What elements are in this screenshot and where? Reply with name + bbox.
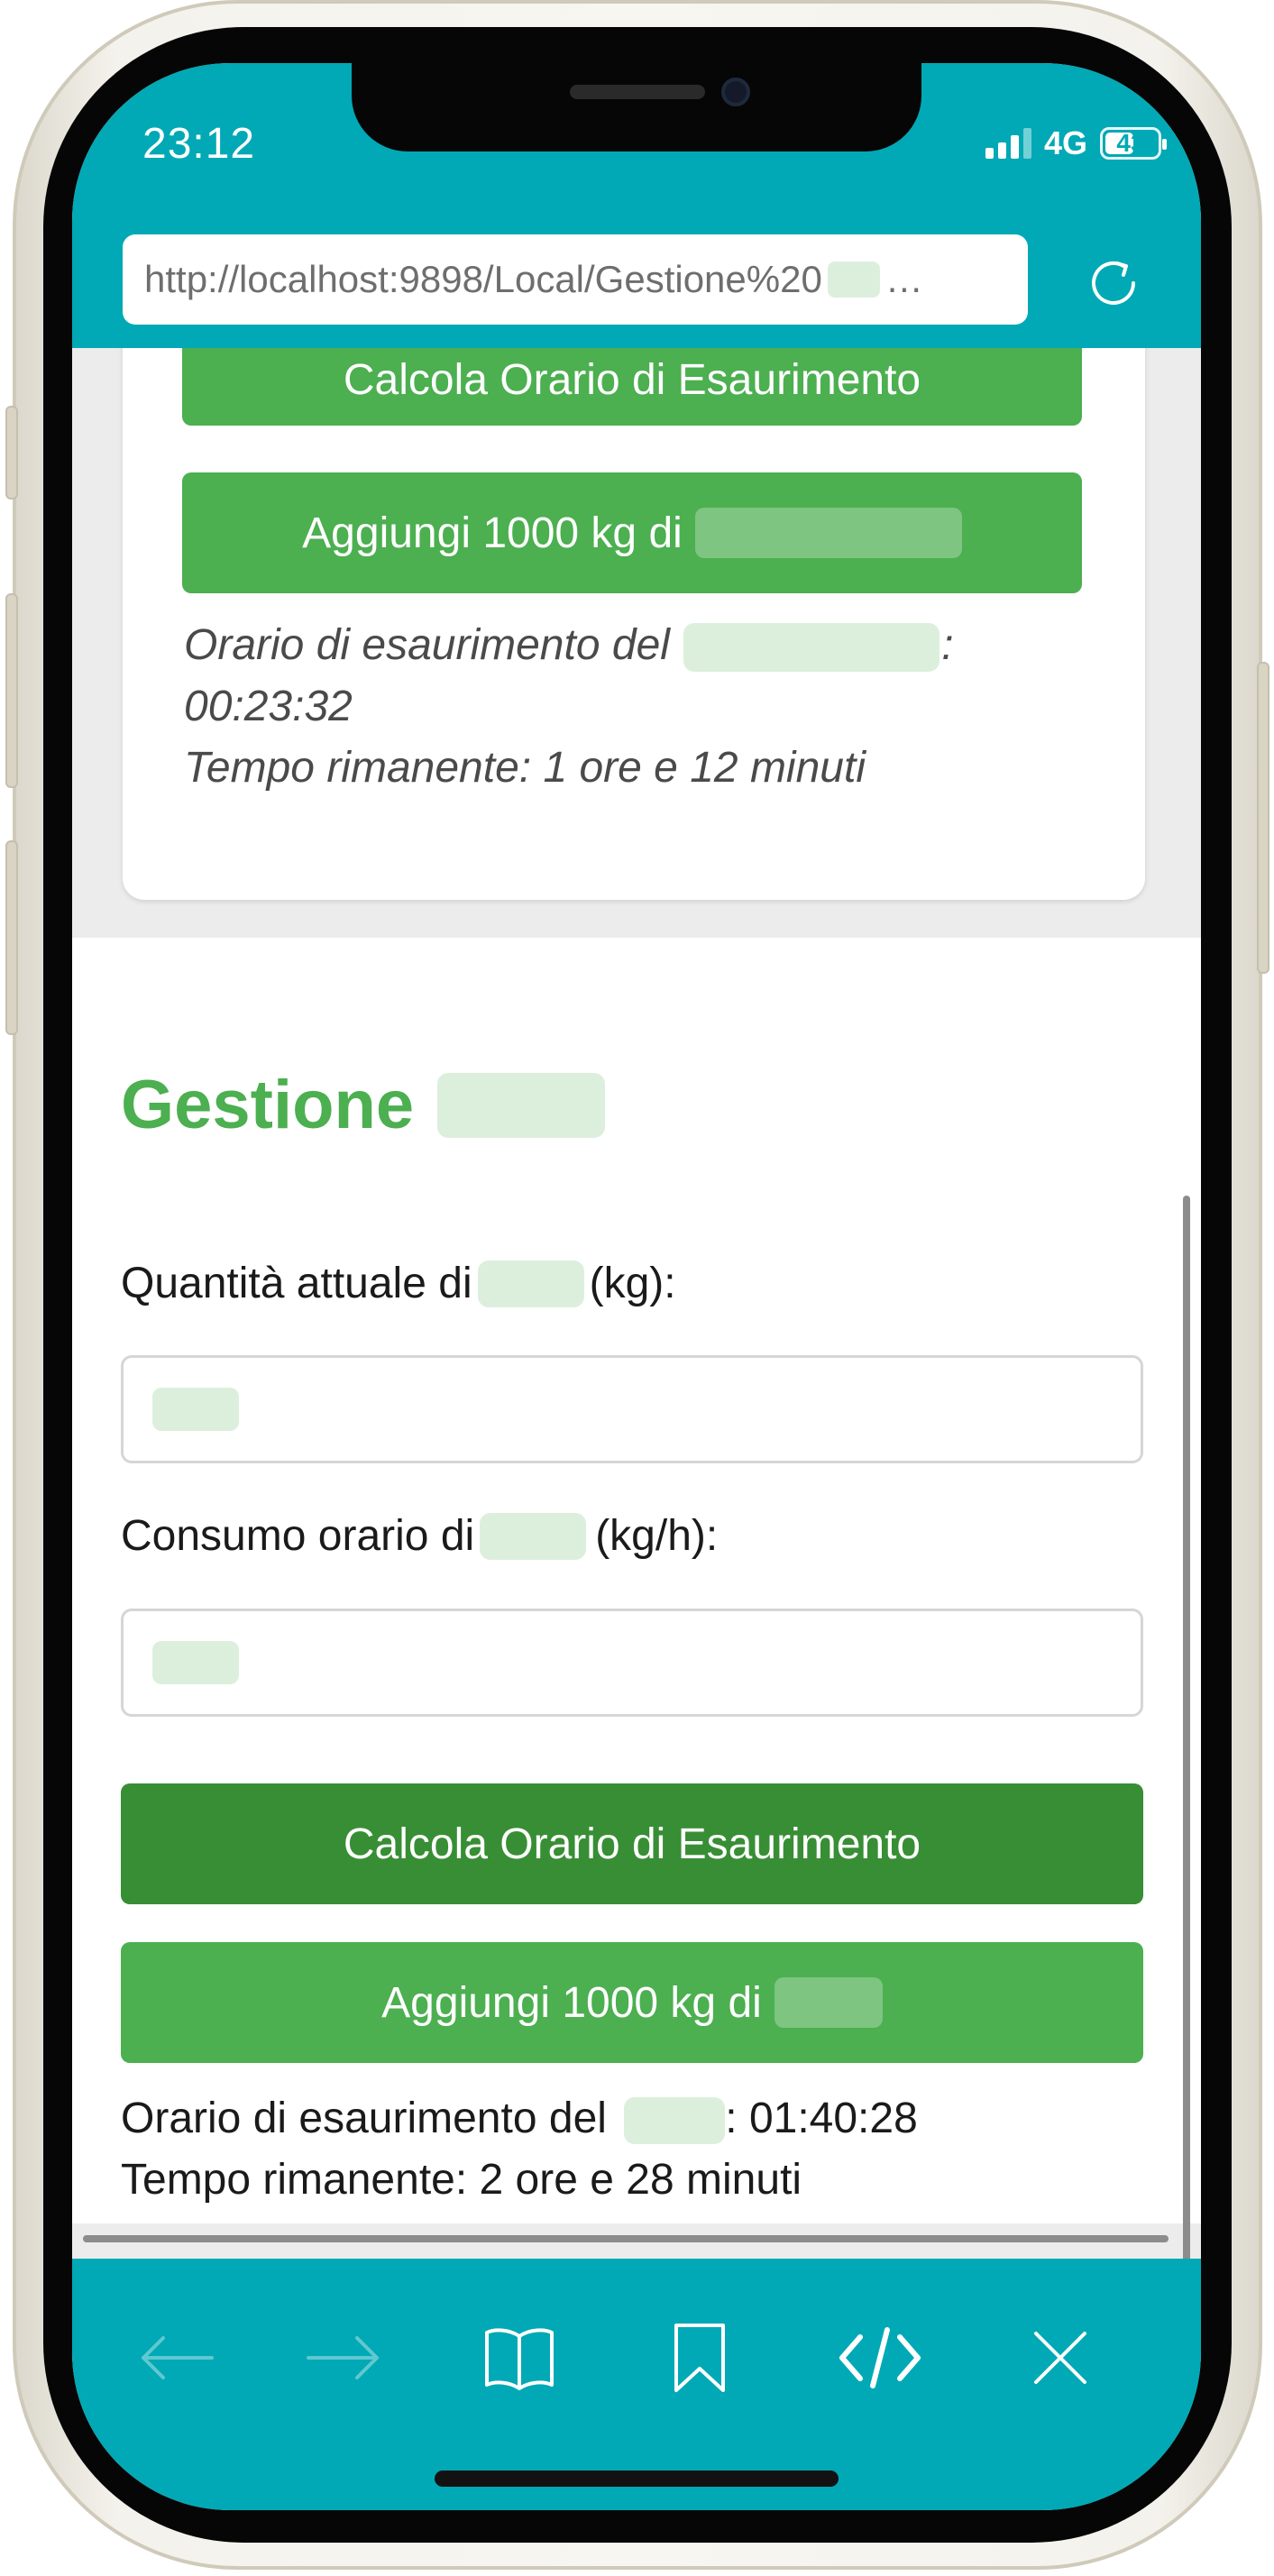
close-icon[interactable] — [1015, 2313, 1105, 2403]
mute-switch — [5, 406, 18, 500]
redacted-label — [437, 1072, 606, 1138]
redacted-label — [480, 1512, 587, 1560]
url-ellipsis: … — [884, 258, 923, 300]
calc-button-2[interactable]: Calcola Orario di Esaurimento — [121, 1783, 1143, 1904]
reload-icon[interactable] — [1077, 247, 1150, 319]
redacted-value — [152, 1641, 239, 1684]
url-bar[interactable]: http://localhost:9898/Local/Gestione%20 … — [123, 234, 1028, 325]
code-icon[interactable] — [835, 2313, 925, 2403]
phone-screen: 23:12 4G 43 http://localhost:9898/Local/… — [72, 63, 1201, 2510]
url-text: http://localhost:9898/Local/Gestione%20 — [144, 258, 822, 300]
quantity-input[interactable] — [121, 1355, 1143, 1463]
battery-icon: 43 — [1100, 127, 1167, 160]
redacted-label — [477, 1260, 584, 1307]
add-1000kg-button-1[interactable]: Aggiungi 1000 kg di — [182, 472, 1082, 593]
calc-button-1[interactable]: Calcola Orario di Esaurimento — [182, 348, 1082, 426]
home-indicator[interactable] — [435, 2471, 839, 2487]
url-redacted — [827, 261, 880, 298]
redacted-label — [774, 1977, 883, 2028]
forward-arrow-icon[interactable] — [298, 2313, 389, 2403]
consumption-input[interactable] — [121, 1609, 1143, 1717]
power-button — [1257, 662, 1269, 974]
vertical-scrollbar[interactable] — [1183, 1196, 1190, 2259]
redacted-label — [624, 2097, 726, 2145]
battery-level: 43 — [1116, 129, 1145, 157]
book-icon[interactable] — [474, 2313, 564, 2403]
add-1000kg-button-2[interactable]: Aggiungi 1000 kg di — [121, 1942, 1143, 2063]
redacted-value — [152, 1388, 239, 1431]
quantity-label: Quantità attuale di (kg): — [121, 1260, 676, 1307]
network-type: 4G — [1043, 124, 1087, 161]
section-title: Gestione — [121, 1066, 606, 1144]
section-card-2: Gestione Quantità attuale di (kg): Consu… — [72, 938, 1201, 2223]
web-content: Calcola Orario di Esaurimento Aggiungi 1… — [72, 348, 1201, 2259]
signal-icon — [985, 128, 1031, 159]
redacted-label — [694, 508, 962, 558]
volume-up-button — [5, 593, 18, 788]
redacted-label — [683, 623, 940, 673]
speaker-grille — [570, 85, 705, 99]
status-time: 23:12 — [142, 120, 256, 168]
result-text-2: Orario di esaurimento del : 01:40:28 Tem… — [121, 2095, 918, 2204]
volume-down-button — [5, 840, 18, 1035]
section-card-1: Calcola Orario di Esaurimento Aggiungi 1… — [123, 348, 1145, 900]
consumption-label: Consumo orario di (kg/h): — [121, 1512, 719, 1560]
horizontal-scrollbar[interactable] — [83, 2235, 1169, 2242]
result-text-1: Orario di esaurimento del : 00:23:32 Tem… — [184, 621, 954, 792]
back-arrow-icon[interactable] — [132, 2313, 222, 2403]
camera-notch — [352, 63, 921, 151]
bookmark-icon[interactable] — [655, 2313, 745, 2403]
status-indicators: 4G 43 — [985, 123, 1167, 164]
front-camera — [721, 78, 750, 106]
